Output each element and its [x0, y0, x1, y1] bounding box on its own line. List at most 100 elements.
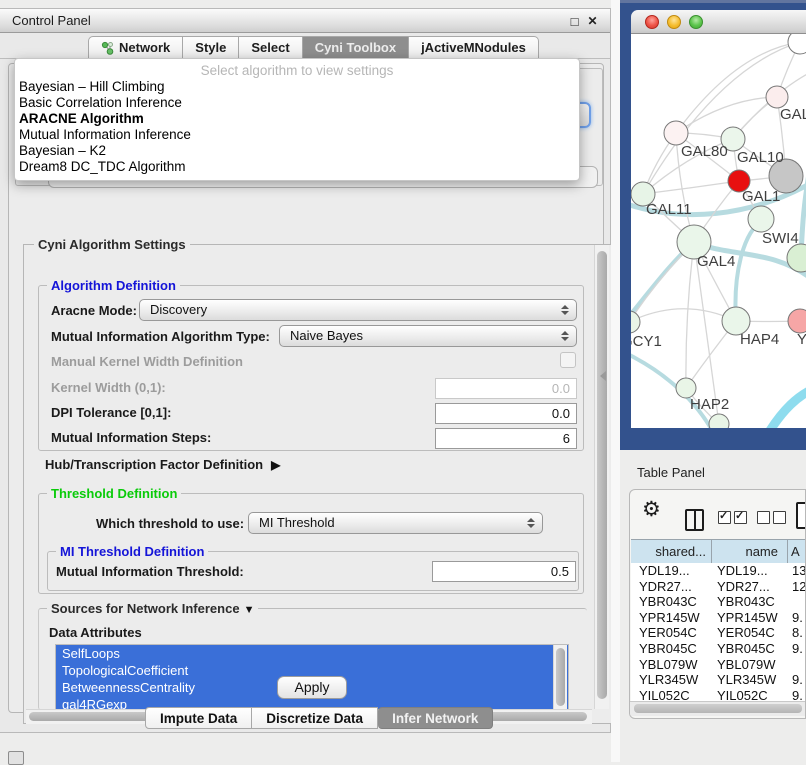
node-gal-pink[interactable] — [766, 86, 788, 108]
table-row[interactable]: YIL052CYIL052C9. — [631, 688, 806, 701]
gear-icon[interactable]: ⚙ — [642, 497, 661, 522]
node-gal80[interactable] — [664, 121, 688, 145]
node-bottom-partial[interactable] — [709, 414, 729, 428]
cyni-algorithm-settings-panel: Cyni Algorithm Settings Algorithm Defini… — [23, 244, 613, 724]
which-threshold-select[interactable]: MI Threshold — [248, 512, 543, 534]
node-gal10-label: GAL10 — [737, 149, 784, 166]
network-edge[interactable] — [676, 97, 777, 133]
node-gal1-label: GAL1 — [742, 188, 780, 205]
settings-vscrollbar-thumb[interactable] — [597, 251, 607, 699]
algorithm-option-aracne-algorithm[interactable]: ARACNE Algorithm — [15, 111, 579, 127]
mi-steps-field[interactable]: 6 — [435, 428, 577, 449]
split-collapse-icon[interactable] — [600, 371, 606, 381]
network-edge[interactable] — [769, 388, 806, 428]
table-row[interactable]: YLR345WYLR345W9. — [631, 672, 806, 688]
table-cell: YLR345W — [631, 672, 712, 688]
tab-jactivemnodules[interactable]: jActiveMNodules — [409, 36, 539, 59]
tab-cyni-toolbox[interactable]: Cyni Toolbox — [303, 36, 409, 59]
node-gcy1[interactable] — [631, 311, 640, 333]
table-row[interactable]: YBR045CYBR045C9. — [631, 641, 806, 657]
table-toolbar: ⚙ — [630, 490, 805, 538]
minimize-traffic-light-icon[interactable] — [667, 15, 681, 29]
table-cell: YIL052C — [712, 688, 788, 701]
node-y-pink[interactable] — [788, 309, 806, 333]
settings-vscrollbar[interactable] — [594, 245, 609, 709]
dpi-tolerance-field[interactable]: 0.0 — [435, 403, 577, 424]
table-row[interactable]: YDR27...YDR27...12 — [631, 579, 806, 595]
network-window-titlebar[interactable] — [631, 10, 806, 34]
table-header-row: shared...nameA — [631, 539, 806, 565]
hub-definition-toggle[interactable]: Hub/Transcription Factor Definition▶ — [45, 457, 280, 472]
algorithm-option-dream8-dc-tdc-algorithm[interactable]: Dream8 DC_TDC Algorithm — [15, 159, 579, 175]
algorithm-option-basic-correlation-inference[interactable]: Basic Correlation Inference — [15, 95, 579, 111]
dropdown-placeholder: Select algorithm to view settings — [15, 62, 579, 79]
checked-box-icon[interactable] — [734, 511, 747, 524]
table-cell: 9. — [788, 610, 806, 626]
attributes-scrollbar[interactable] — [553, 645, 567, 711]
column-header-name[interactable]: name — [712, 540, 788, 564]
tab-style[interactable]: Style — [183, 36, 239, 59]
sources-toggle[interactable]: Sources for Network Inference▼ — [47, 601, 258, 616]
aracne-mode-select[interactable]: Discovery — [139, 299, 577, 321]
table-row[interactable]: YPR145WYPR145W9. — [631, 610, 806, 626]
table-row[interactable]: YBL079WYBL079W — [631, 657, 806, 673]
aracne-mode-label: Aracne Mode: — [51, 303, 137, 318]
tab-network[interactable]: Network — [88, 36, 183, 59]
table-cell: YPR145W — [631, 610, 712, 626]
checked-box-icon[interactable] — [718, 511, 731, 524]
tab-select[interactable]: Select — [239, 36, 302, 59]
table-hscrollbar-thumb[interactable] — [634, 704, 802, 713]
node-swi4[interactable] — [748, 206, 774, 232]
docked-panel-icon[interactable] — [8, 751, 24, 765]
network-edge[interactable] — [631, 309, 736, 322]
table-cell: YIL052C — [631, 688, 712, 701]
tab-discretize-data[interactable]: Discretize Data — [252, 707, 378, 729]
table-row[interactable]: YER054CYER054C8. — [631, 625, 806, 641]
tab-infer-network[interactable]: Infer Network — [378, 707, 493, 729]
node-top-partial[interactable] — [788, 34, 806, 54]
columns-icon[interactable] — [685, 509, 704, 531]
column-header-a[interactable]: A — [788, 540, 806, 564]
table-row[interactable]: YDL19...YDL19...13 — [631, 563, 806, 579]
unchecked-box-icon[interactable] — [757, 511, 770, 524]
network-canvas[interactable]: GALGAL80GAL10GAL1GAL11SWI4GAL4GCY1HAP4YH… — [631, 34, 806, 428]
column-header-shared[interactable]: shared... — [631, 540, 712, 564]
network-edge[interactable] — [631, 350, 713, 428]
algorithm-option-bayesian-hill-climbing[interactable]: Bayesian – Hill Climbing — [15, 79, 579, 95]
float-window-icon[interactable]: □ — [567, 14, 582, 29]
table-row[interactable]: YBR043CYBR043C — [631, 594, 806, 610]
kernel-width-field[interactable]: 0.0 — [435, 378, 577, 399]
apply-button[interactable]: Apply — [277, 676, 347, 699]
network-edge[interactable] — [735, 220, 763, 321]
manual-kernel-checkbox[interactable] — [560, 352, 576, 368]
threshold-definition-title: Threshold Definition — [47, 486, 181, 501]
node-gal-pink-label: GAL — [780, 106, 806, 123]
table-cell: YER054C — [631, 625, 712, 641]
tab-impute-data[interactable]: Impute Data — [145, 707, 252, 729]
algorithm-option-mutual-information-inference[interactable]: Mutual Information Inference — [15, 127, 579, 143]
network-view-frame: GALGAL80GAL10GAL1GAL11SWI4GAL4GCY1HAP4YH… — [620, 0, 806, 450]
table-cell: YBR043C — [712, 594, 788, 610]
mi-threshold-label: Mutual Information Threshold: — [56, 564, 244, 579]
close-traffic-light-icon[interactable] — [645, 15, 659, 29]
table-cell: 9. — [788, 688, 806, 701]
network-edge[interactable] — [801, 152, 806, 258]
attributes-scrollbar-thumb[interactable] — [556, 648, 565, 706]
mi-type-label: Mutual Information Algorithm Type: — [51, 329, 270, 344]
node-hap2[interactable] — [676, 378, 696, 398]
which-threshold-label: Which threshold to use: — [96, 516, 244, 531]
zoom-traffic-light-icon[interactable] — [689, 15, 703, 29]
network-edge[interactable] — [686, 242, 694, 388]
unchecked-box-icon[interactable] — [773, 511, 786, 524]
table-cell: 9. — [788, 672, 806, 688]
table-cell: YPR145W — [712, 610, 788, 626]
close-icon[interactable]: ✕ — [585, 14, 600, 29]
mi-algorithm-type-select[interactable]: Naive Bayes — [279, 325, 577, 347]
combo-spinner-icon — [561, 305, 569, 315]
table-hscrollbar[interactable] — [630, 701, 806, 716]
node-gal4-label: GAL4 — [697, 253, 735, 270]
file-icon[interactable] — [796, 502, 806, 529]
algorithm-option-bayesian-k2[interactable]: Bayesian – K2 — [15, 143, 579, 159]
mi-threshold-field[interactable]: 0.5 — [432, 561, 576, 582]
attribute-item-selfloops[interactable]: SelfLoops — [56, 645, 568, 662]
